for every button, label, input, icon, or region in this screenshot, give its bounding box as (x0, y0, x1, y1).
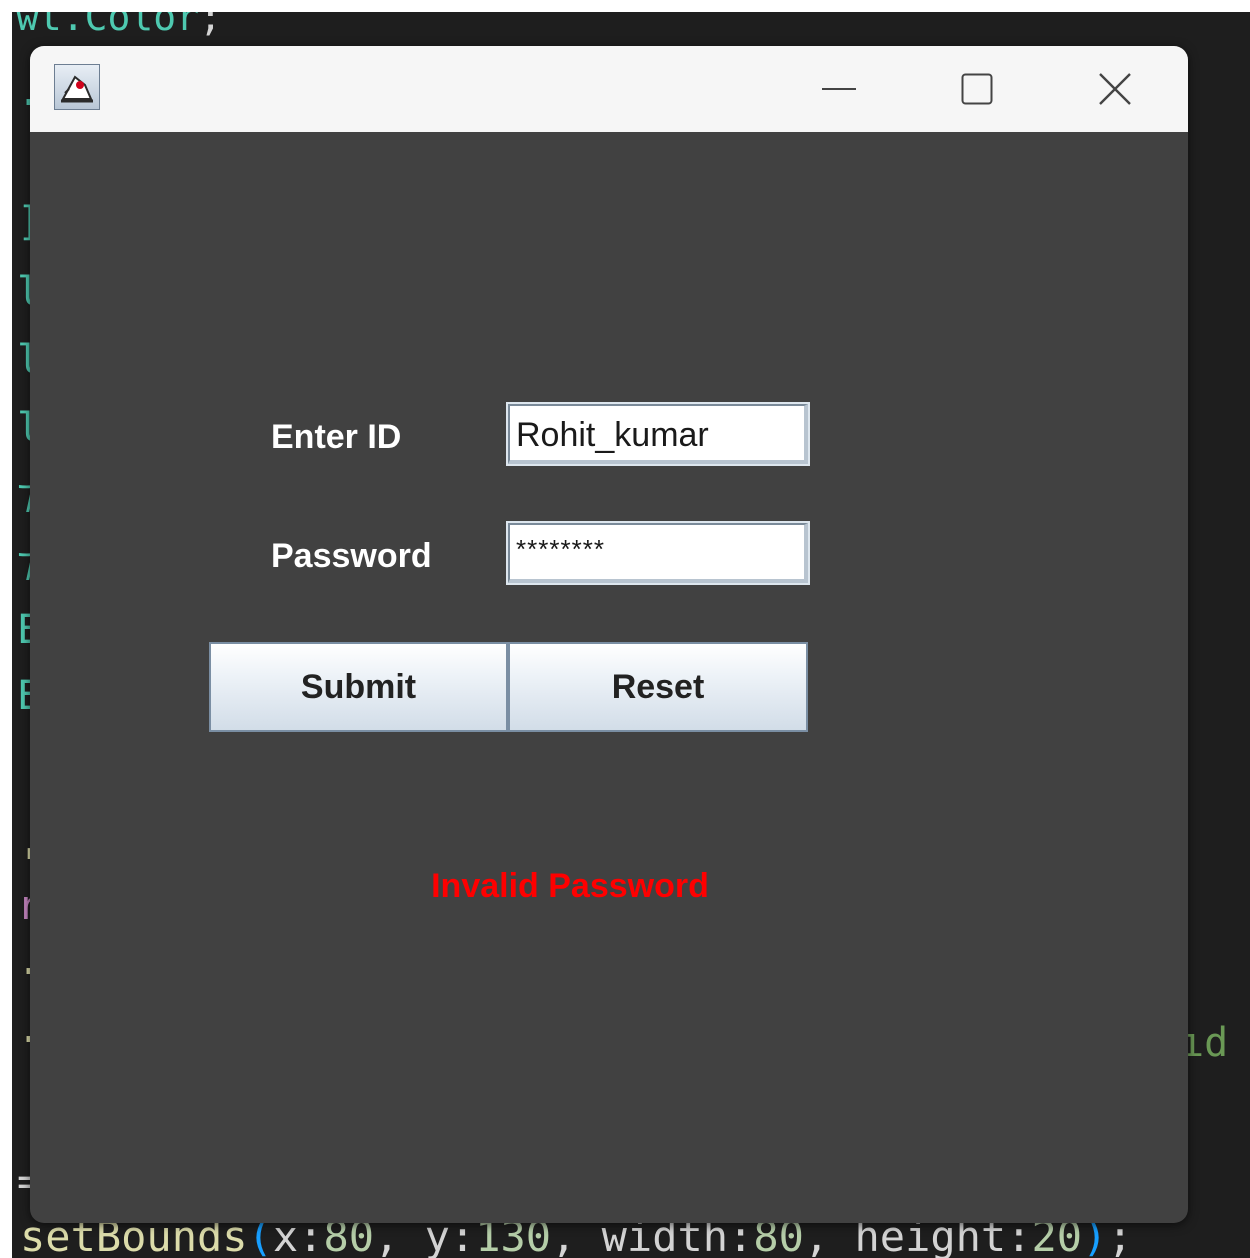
close-icon (1099, 73, 1131, 105)
login-window: Enter ID Rohit_kumar Password ******** S… (30, 46, 1188, 1223)
password-input[interactable]: ******** (506, 521, 810, 585)
error-message: Invalid Password (431, 867, 709, 905)
enter-id-label: Enter ID (271, 418, 402, 456)
close-button[interactable] (1046, 46, 1184, 132)
maximize-button[interactable] (908, 46, 1046, 132)
id-input[interactable]: Rohit_kumar (506, 402, 810, 466)
maximize-icon (961, 73, 993, 105)
minimize-icon (822, 88, 856, 90)
password-label: Password (271, 537, 432, 575)
java-duke-icon[interactable] (54, 64, 100, 110)
window-titlebar[interactable] (30, 46, 1188, 132)
submit-button[interactable]: Submit (209, 642, 508, 732)
code-line-top: wt.Color; (16, 12, 222, 39)
reset-button[interactable]: Reset (508, 642, 808, 732)
minimize-button[interactable] (770, 46, 908, 132)
